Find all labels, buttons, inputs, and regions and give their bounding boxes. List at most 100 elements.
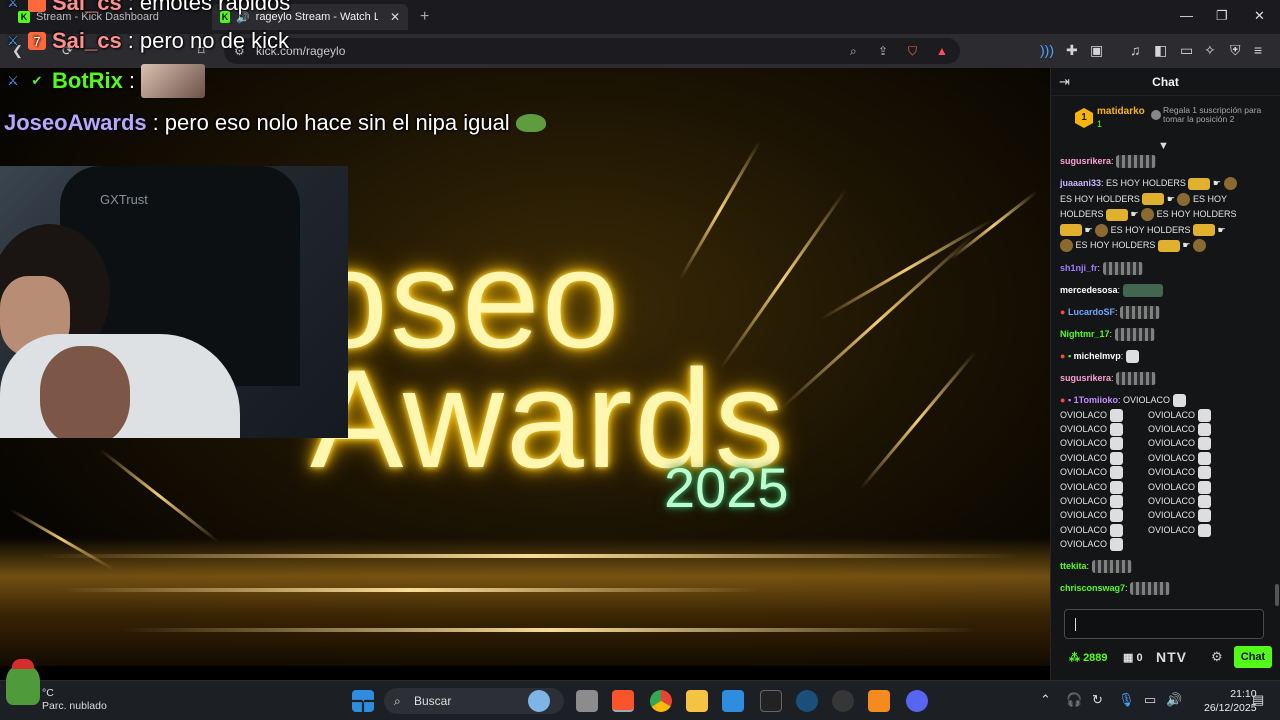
- menu-icon[interactable]: ≡: [1254, 42, 1262, 58]
- gift-leaderboard[interactable]: 1 matidarko 1 Regala 1 suscripción para …: [1051, 98, 1280, 142]
- volume-icon[interactable]: 🔊: [1166, 692, 1182, 708]
- vpn-icon[interactable]: ⛨: [1230, 42, 1241, 59]
- oviolaco-item: OVIOLACO: [1060, 524, 1108, 535]
- chat-username[interactable]: 1Tomiioko: [1074, 395, 1118, 405]
- minimize-icon[interactable]: —: [1180, 8, 1193, 23]
- widget-icon[interactable]: [528, 690, 550, 712]
- weather-text: Parc. nublado: [42, 700, 107, 712]
- weather-pepe-icon[interactable]: [6, 665, 40, 705]
- chat-username[interactable]: juaaani33: [1060, 178, 1101, 188]
- wallet-icon[interactable]: ▭: [1180, 42, 1193, 59]
- overlay-user: BotRix: [52, 68, 123, 93]
- brave-app-icon[interactable]: [612, 690, 634, 712]
- ntv-logo[interactable]: NTV: [1156, 649, 1187, 665]
- discord-icon[interactable]: [906, 690, 928, 712]
- chat-username[interactable]: michelmvp: [1074, 351, 1121, 361]
- task-view-icon[interactable]: [576, 690, 598, 712]
- notifications-icon[interactable]: ▤: [1252, 692, 1264, 708]
- chat-username[interactable]: LucardoSF: [1068, 307, 1115, 317]
- microphone-icon[interactable]: 🎙: [1118, 692, 1135, 708]
- emote: [1197, 437, 1211, 451]
- gifts-value: 0: [1136, 652, 1143, 664]
- microsoft-store-icon[interactable]: [722, 690, 744, 712]
- emote: [1109, 538, 1123, 552]
- close-window-icon[interactable]: ✕: [1254, 8, 1265, 24]
- oviolaco-item: OVIOLACO: [1148, 423, 1196, 434]
- stream-player[interactable]: oseo Awards 2025 GXTrust: [0, 68, 1050, 666]
- extensions-icon[interactable]: ✚: [1066, 42, 1078, 59]
- obs-icon[interactable]: [832, 690, 854, 712]
- search-icon: ⌕: [394, 694, 401, 708]
- chat-text: ES HOY: [1192, 193, 1227, 204]
- emote: [1109, 437, 1123, 451]
- leader-count: 1: [1097, 119, 1103, 129]
- screenshot-icon[interactable]: ▣: [1090, 42, 1103, 59]
- brave-shield-icon[interactable]: ⛉: [908, 38, 917, 64]
- windows-start-icon[interactable]: [352, 690, 374, 712]
- music-icon[interactable]: ♫: [1130, 42, 1141, 58]
- brave-rewards-icon[interactable]: ▲: [936, 38, 948, 64]
- send-chat-button[interactable]: Chat: [1234, 646, 1272, 668]
- weather-temp: °C: [42, 687, 54, 699]
- chat-username[interactable]: ttekita: [1060, 561, 1087, 571]
- url-field[interactable]: ⚙ kick.com/rageylo ⌕ ⇪ ⛉ ▲: [224, 38, 960, 64]
- gold-emote: [1192, 224, 1215, 237]
- emote: [1197, 451, 1211, 465]
- leo-icon[interactable]: ✧: [1204, 42, 1216, 59]
- chat-username[interactable]: mercedesosa: [1060, 285, 1118, 295]
- badge-icon: ●: [1060, 306, 1066, 317]
- gold-emote: [1142, 193, 1165, 206]
- share-icon[interactable]: ⇪: [878, 38, 888, 64]
- floor-light: [120, 628, 980, 632]
- chat-message: ● LucardoSF:: [1060, 305, 1270, 320]
- chat-username[interactable]: Nightmr_17: [1060, 329, 1110, 339]
- chat-input[interactable]: [1064, 609, 1264, 639]
- network-icon[interactable]: ▭: [1144, 692, 1156, 708]
- channel-points[interactable]: ⁂ 2889: [1069, 651, 1108, 664]
- emote: [1109, 451, 1123, 465]
- chat-username[interactable]: chrisconswag7: [1060, 583, 1125, 593]
- chat-username[interactable]: sugusrikera: [1060, 156, 1111, 166]
- system-clock[interactable]: 21:10 26/12/2025: [1204, 687, 1257, 715]
- filter-icon[interactable]: ▼: [1158, 140, 1169, 152]
- file-explorer-icon[interactable]: [686, 690, 708, 712]
- close-tab-icon[interactable]: ✕: [390, 10, 400, 24]
- emote: [1125, 349, 1139, 363]
- light-ray: [99, 448, 220, 544]
- oviolaco-item: OVIOLACO: [1148, 438, 1196, 449]
- chat-username[interactable]: sh1nji_fr: [1060, 263, 1098, 273]
- chat-username[interactable]: sugusrikera: [1060, 373, 1111, 383]
- gold-emote: [1188, 177, 1211, 190]
- sidebar-icon[interactable]: ◧: [1154, 42, 1167, 59]
- emote: [1197, 523, 1211, 537]
- settings-gear-icon[interactable]: ⚙: [1211, 649, 1223, 665]
- chrome-icon[interactable]: [650, 690, 672, 712]
- zoom-icon[interactable]: ⌕: [850, 38, 857, 64]
- new-tab-button[interactable]: +: [420, 8, 429, 26]
- chat-scrollbar[interactable]: [1275, 584, 1279, 606]
- chat-message: ttekita:: [1060, 559, 1270, 574]
- maximize-icon[interactable]: ❐: [1216, 8, 1228, 24]
- show-hidden-icons[interactable]: ⌃: [1040, 692, 1051, 708]
- gift-count[interactable]: ▦ 0: [1123, 651, 1143, 664]
- light-ray: [819, 218, 994, 321]
- chat-message: mercedesosa:: [1060, 283, 1270, 298]
- clock-date: 26/12/2025: [1204, 702, 1257, 714]
- coin-emote: [1095, 223, 1109, 237]
- emote: [1172, 393, 1186, 407]
- oviolaco-cell: OVIOLACO: [1060, 523, 1148, 537]
- overlay-text: pero no de kick: [139, 28, 290, 53]
- chat-text: ES HOY HOLDERS: [1110, 224, 1191, 235]
- chat-message: chrisconswag7:: [1060, 581, 1270, 596]
- epic-games-icon[interactable]: [760, 690, 782, 712]
- oviolaco-item: OVIOLACO: [1148, 452, 1196, 463]
- sync-icon[interactable]: ↻: [1092, 692, 1103, 708]
- headset-icon[interactable]: 🎧: [1066, 692, 1082, 708]
- steam-icon[interactable]: [796, 690, 818, 712]
- badge-icon: ●: [1060, 394, 1066, 405]
- weather-widget[interactable]: °C Parc. nublado: [42, 687, 107, 713]
- audio-icon[interactable]: ))): [1040, 42, 1054, 58]
- oviolaco-item: OVIOLACO: [1148, 481, 1196, 492]
- webcam-feed: GXTrust: [0, 166, 348, 438]
- fl-studio-icon[interactable]: [868, 690, 890, 712]
